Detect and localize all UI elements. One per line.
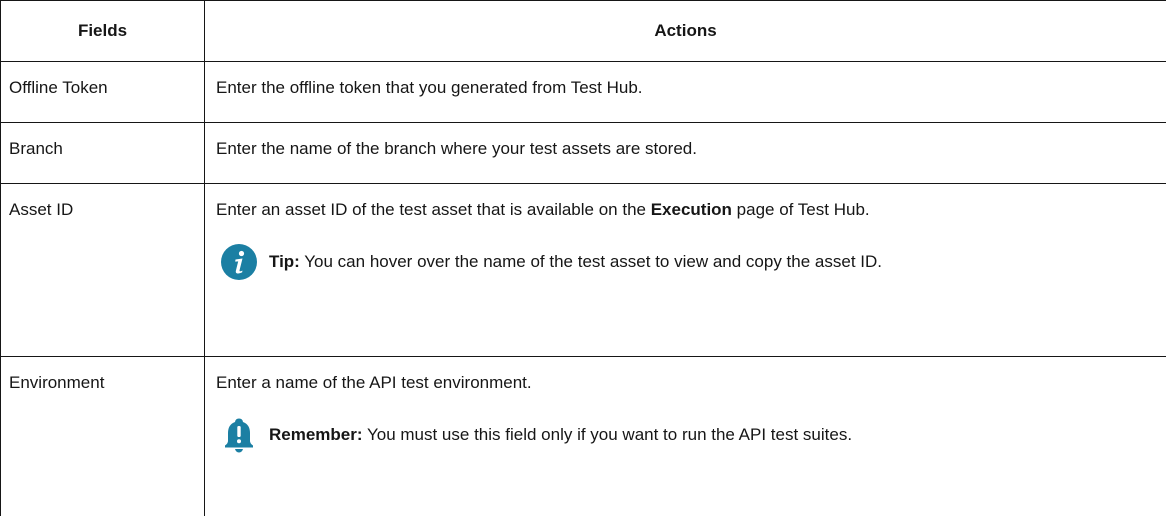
- table-row: Branch Enter the name of the branch wher…: [1, 123, 1166, 184]
- bell-icon: [221, 417, 257, 453]
- table-row: Offline Token Enter the offline token th…: [1, 62, 1166, 123]
- field-cell: Environment: [1, 357, 205, 516]
- action-cell: Enter the offline token that you generat…: [205, 62, 1166, 123]
- fields-actions-table: Fields Actions Offline Token Enter the o…: [0, 0, 1166, 516]
- field-cell: Offline Token: [1, 62, 205, 123]
- action-text: Enter a name of the API test environment…: [216, 373, 1156, 393]
- info-icon: [221, 244, 257, 280]
- action-cell: Enter a name of the API test environment…: [205, 357, 1166, 516]
- execution-page-name: Execution: [651, 200, 732, 219]
- table-header-row: Fields Actions: [1, 1, 1166, 62]
- table-row: Environment Enter a name of the API test…: [1, 357, 1166, 516]
- action-text: Enter an asset ID of the test asset that…: [216, 200, 1156, 220]
- action-cell: Enter an asset ID of the test asset that…: [205, 184, 1166, 357]
- field-cell: Asset ID: [1, 184, 205, 357]
- column-header-fields: Fields: [1, 1, 205, 62]
- field-cell: Branch: [1, 123, 205, 184]
- tip-label: Tip:: [269, 252, 300, 271]
- remember-note: Remember: You must use this field only i…: [221, 417, 1156, 453]
- remember-text: Remember: You must use this field only i…: [269, 425, 852, 445]
- remember-label: Remember:: [269, 425, 363, 444]
- tip-note: Tip: You can hover over the name of the …: [221, 244, 1156, 280]
- tip-text: Tip: You can hover over the name of the …: [269, 252, 882, 272]
- table-row: Asset ID Enter an asset ID of the test a…: [1, 184, 1166, 357]
- column-header-actions: Actions: [205, 1, 1166, 62]
- action-cell: Enter the name of the branch where your …: [205, 123, 1166, 184]
